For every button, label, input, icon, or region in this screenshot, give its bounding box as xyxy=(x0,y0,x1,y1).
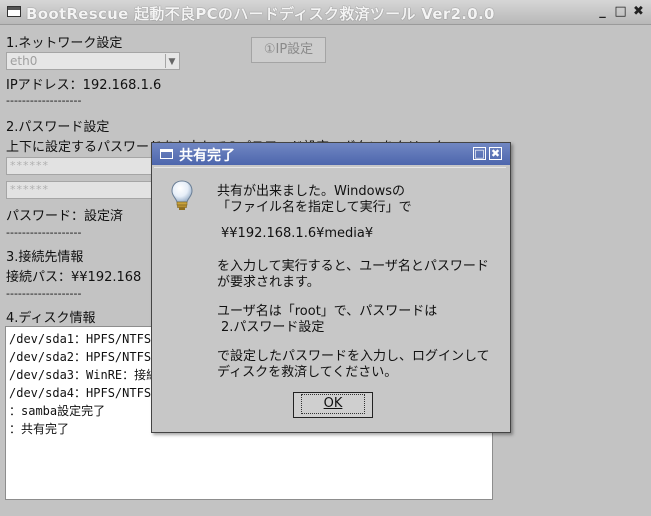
separator: ------------------- xyxy=(6,287,82,300)
ip-settings-button[interactable]: ①IP設定 xyxy=(251,37,326,63)
lightbulb-icon xyxy=(171,180,193,210)
minimize-button[interactable]: _ xyxy=(596,5,609,18)
maximize-button[interactable]: □ xyxy=(614,5,627,18)
disk-line: /dev/sda2：HPFS/NTFS/ xyxy=(9,350,159,364)
dialog-message-line: 「ファイル名を指定して実行」で xyxy=(217,200,412,215)
connection-path: 接続パス：¥¥192.168 xyxy=(6,270,142,285)
share-complete-dialog: 共有完了 □ ✖ 共有が出来ました。Windowsの 「ファイル名を指定して実行… xyxy=(151,142,511,433)
disk-line: ：共有完了 xyxy=(9,422,70,436)
disk-line: /dev/sda4：HPFS/NTFS/ xyxy=(9,386,159,400)
password-status: パスワード：設定済 xyxy=(6,209,124,224)
password-confirm-field[interactable]: ****** xyxy=(6,181,156,199)
close-button[interactable]: ✖ xyxy=(632,5,645,18)
network-heading: 1.ネットワーク設定 xyxy=(6,36,123,51)
separator: ------------------- xyxy=(6,94,82,107)
dialog-title-bar[interactable]: 共有完了 □ ✖ xyxy=(152,143,510,165)
dialog-title: 共有完了 xyxy=(179,148,235,164)
password-heading: 2.パスワード設定 xyxy=(6,120,110,135)
maximize-button[interactable]: □ xyxy=(473,147,486,160)
window-icon xyxy=(160,149,173,159)
chevron-down-icon: ▼ xyxy=(165,54,178,68)
dialog-share-path: ¥¥192.168.1.6¥media¥ xyxy=(221,226,374,241)
interface-select[interactable]: eth0 ▼ xyxy=(6,52,180,70)
disk-line: /dev/sda3：WinRE：接続 xyxy=(9,368,159,382)
ok-button-label: OK xyxy=(300,394,366,414)
dialog-message-line: ディスクを救済してください。 xyxy=(217,365,398,380)
disk-line: ：samba設定完了 xyxy=(9,404,106,418)
password-field[interactable]: ****** xyxy=(6,157,156,175)
dialog-message-line: が要求されます。 xyxy=(217,275,320,290)
window-icon xyxy=(7,6,21,17)
title-bar[interactable]: BootRescue 起動不良PCのハードディスク救済ツール Ver2.0.0 … xyxy=(0,0,651,25)
dialog-body: 共有が出来ました。Windowsの 「ファイル名を指定して実行」で ¥¥192.… xyxy=(154,167,506,430)
close-button[interactable]: ✖ xyxy=(489,147,502,160)
disk-line: /dev/sda1：HPFS/NTFS/ xyxy=(9,332,159,346)
separator: ------------------- xyxy=(6,226,82,239)
ip-address-label: IPアドレス：192.168.1.6 xyxy=(6,78,162,93)
connection-heading: 3.接続先情報 xyxy=(6,250,84,265)
disk-heading: 4.ディスク情報 xyxy=(6,311,96,326)
interface-value: eth0 xyxy=(10,54,38,68)
ok-button[interactable]: OK xyxy=(293,392,373,418)
dialog-message-line: 2.パスワード設定 xyxy=(221,320,325,335)
window-title: BootRescue 起動不良PCのハードディスク救済ツール Ver2.0.0 xyxy=(26,5,495,23)
